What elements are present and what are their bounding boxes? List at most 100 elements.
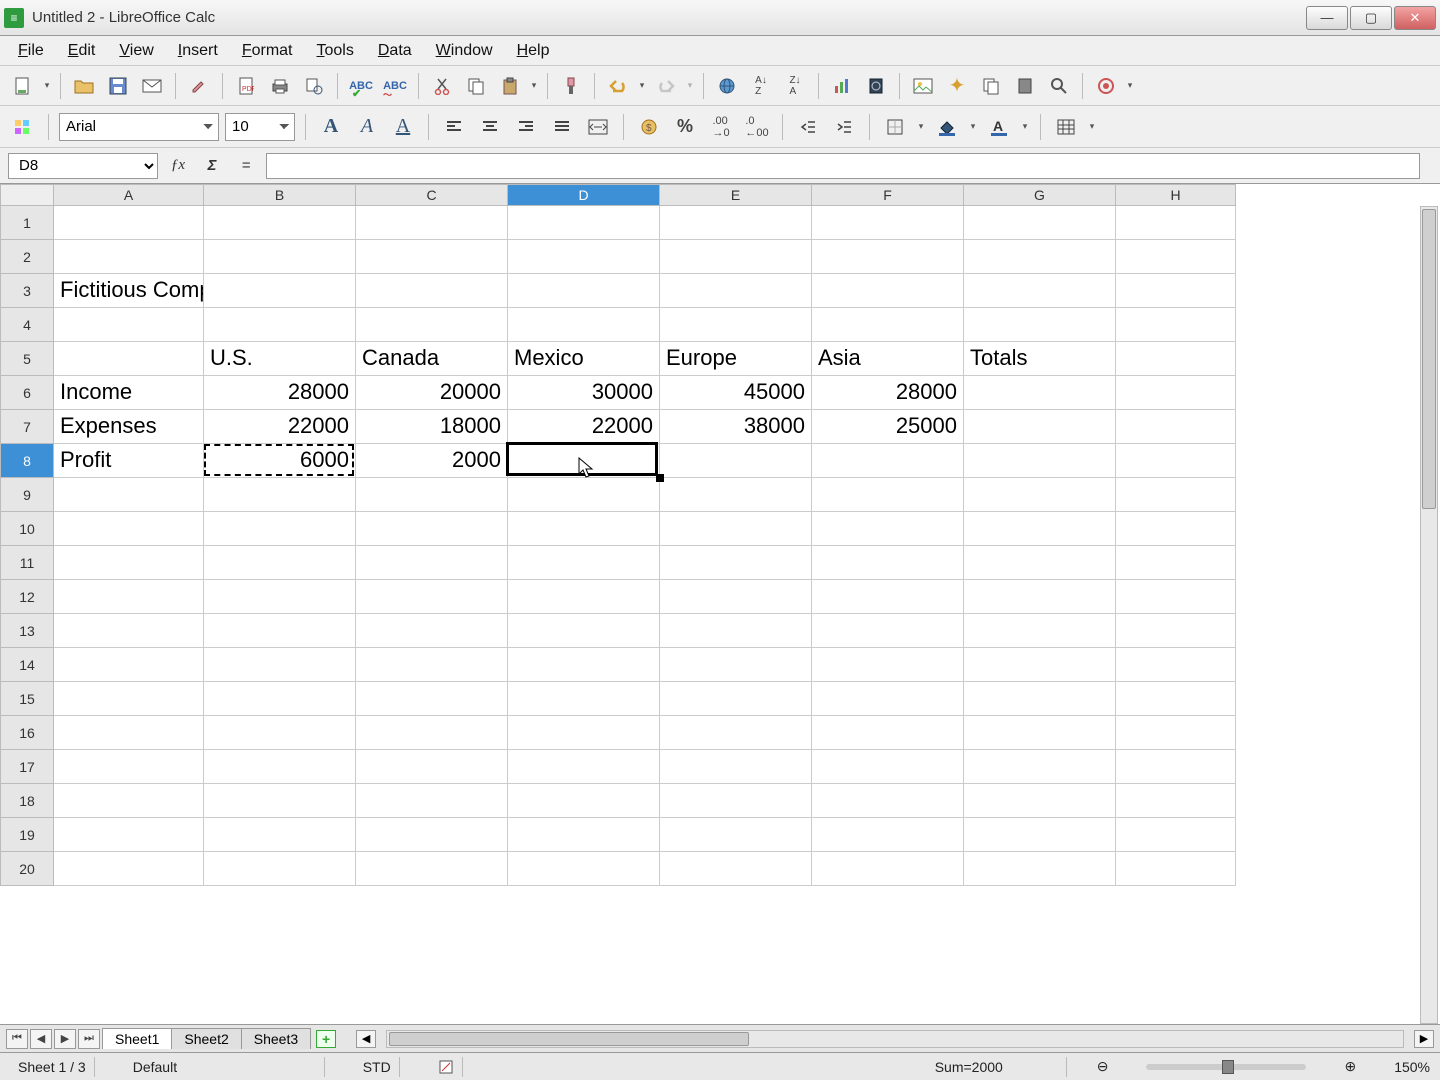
column-header-B[interactable]: B [204,184,356,206]
cell-D14[interactable] [508,648,660,682]
cell-A9[interactable] [54,478,204,512]
sheet-tab-sheet3[interactable]: Sheet3 [241,1028,311,1049]
cell-B9[interactable] [204,478,356,512]
cut-button[interactable] [427,71,457,101]
cell-A4[interactable] [54,308,204,342]
cell-H1[interactable] [1116,206,1236,240]
paste-dropdown[interactable]: ▾ [529,80,539,91]
column-header-H[interactable]: H [1116,184,1236,206]
cell-G1[interactable] [964,206,1116,240]
new-doc-dropdown[interactable]: ▾ [42,80,52,91]
sheet-tab-sheet2[interactable]: Sheet2 [171,1028,241,1049]
cell-A20[interactable] [54,852,204,886]
cell-F7[interactable]: 25000 [812,410,964,444]
cell-H4[interactable] [1116,308,1236,342]
chart-button[interactable] [827,71,857,101]
cell-D20[interactable] [508,852,660,886]
cell-F14[interactable] [812,648,964,682]
decrease-indent-button[interactable] [793,112,823,142]
cell-G14[interactable] [964,648,1116,682]
bg-color-button[interactable] [932,112,962,142]
cell-F16[interactable] [812,716,964,750]
column-header-E[interactable]: E [660,184,812,206]
cell-A17[interactable] [54,750,204,784]
cell-A11[interactable] [54,546,204,580]
row-header-3[interactable]: 3 [0,274,54,308]
remove-decimal-button[interactable]: .0←00 [742,112,772,142]
cell-G11[interactable] [964,546,1116,580]
row-header-20[interactable]: 20 [0,852,54,886]
cell-C20[interactable] [356,852,508,886]
add-decimal-button[interactable]: .00→0 [706,112,736,142]
cell-B7[interactable]: 22000 [204,410,356,444]
redo-button[interactable] [651,71,681,101]
status-signature[interactable] [430,1057,463,1077]
bold-button[interactable]: A [316,112,346,142]
cell-H14[interactable] [1116,648,1236,682]
cell-H6[interactable] [1116,376,1236,410]
cell-G13[interactable] [964,614,1116,648]
cell-B15[interactable] [204,682,356,716]
font-color-button[interactable]: A [984,112,1014,142]
cell-F12[interactable] [812,580,964,614]
cell-E5[interactable]: Europe [660,342,812,376]
row-header-19[interactable]: 19 [0,818,54,852]
cell-B20[interactable] [204,852,356,886]
cell-D12[interactable] [508,580,660,614]
cell-A15[interactable] [54,682,204,716]
cell-A2[interactable] [54,240,204,274]
cell-D15[interactable] [508,682,660,716]
cell-E1[interactable] [660,206,812,240]
minimize-button[interactable]: — [1306,6,1348,30]
cell-D5[interactable]: Mexico [508,342,660,376]
extension-button[interactable] [1091,71,1121,101]
row-header-12[interactable]: 12 [0,580,54,614]
italic-button[interactable]: A [352,112,382,142]
cell-D2[interactable] [508,240,660,274]
add-sheet-button[interactable]: + [316,1030,336,1048]
styles-button[interactable] [8,112,38,142]
align-center-button[interactable] [475,112,505,142]
cell-C18[interactable] [356,784,508,818]
sort-asc-button[interactable]: A↓Z [746,71,776,101]
cell-E6[interactable]: 45000 [660,376,812,410]
autospell-button[interactable]: ABC～ [380,71,410,101]
cell-H2[interactable] [1116,240,1236,274]
percent-button[interactable]: % [670,112,700,142]
cell-E17[interactable] [660,750,812,784]
copy-button[interactable] [461,71,491,101]
tab-last-button[interactable]: ⏭ [78,1029,100,1049]
font-color-dropdown[interactable]: ▾ [1020,121,1030,132]
cell-A12[interactable] [54,580,204,614]
cell-B4[interactable] [204,308,356,342]
fill-handle[interactable] [656,474,664,482]
hscroll-right[interactable]: ▶ [1414,1030,1434,1048]
undo-dropdown[interactable]: ▾ [637,80,647,91]
gallery-button[interactable] [908,71,938,101]
cell-B1[interactable] [204,206,356,240]
cell-G20[interactable] [964,852,1116,886]
cell-A7[interactable]: Expenses [54,410,204,444]
row-header-8[interactable]: 8 [0,444,54,478]
cell-H16[interactable] [1116,716,1236,750]
merge-cells-button[interactable] [583,112,613,142]
cell-H10[interactable] [1116,512,1236,546]
row-header-4[interactable]: 4 [0,308,54,342]
cell-G3[interactable] [964,274,1116,308]
cell-H18[interactable] [1116,784,1236,818]
increase-indent-button[interactable] [829,112,859,142]
underline-button[interactable]: A [388,112,418,142]
cell-A5[interactable] [54,342,204,376]
edit-button[interactable] [184,71,214,101]
cell-G12[interactable] [964,580,1116,614]
cell-A18[interactable] [54,784,204,818]
cell-B13[interactable] [204,614,356,648]
cell-F19[interactable] [812,818,964,852]
row-header-5[interactable]: 5 [0,342,54,376]
row-header-13[interactable]: 13 [0,614,54,648]
cell-B12[interactable] [204,580,356,614]
menu-insert[interactable]: Insert [168,39,228,63]
row-header-1[interactable]: 1 [0,206,54,240]
cell-E4[interactable] [660,308,812,342]
cell-C3[interactable] [356,274,508,308]
